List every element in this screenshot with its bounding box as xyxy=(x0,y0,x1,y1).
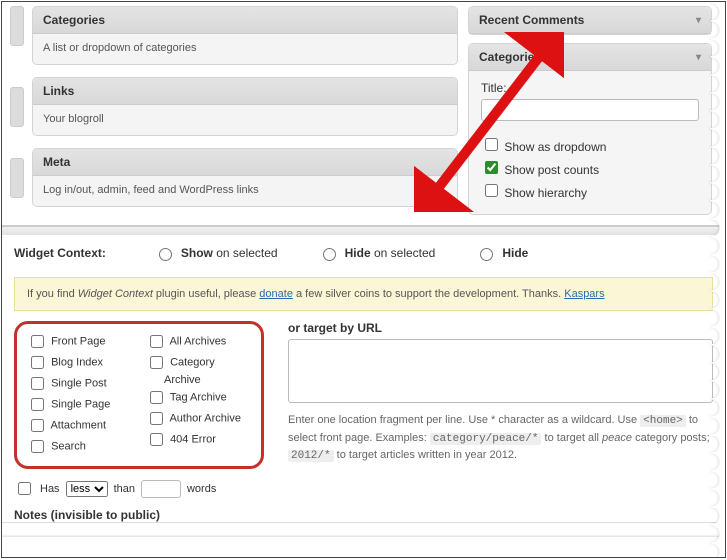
hierarchy-checkbox-row[interactable]: Show hierarchy xyxy=(481,181,699,200)
available-widget-links[interactable]: Links Your blogroll xyxy=(32,77,458,136)
radio-input[interactable] xyxy=(323,248,336,261)
checkbox[interactable] xyxy=(150,433,163,446)
donation-notice: If you find Widget Context plugin useful… xyxy=(14,277,713,311)
loc-search[interactable]: Search xyxy=(27,437,132,456)
loc-blog-index[interactable]: Blog Index xyxy=(27,353,132,372)
checkbox[interactable] xyxy=(31,398,44,411)
checkbox[interactable] xyxy=(150,356,163,369)
url-help-text: Enter one location fragment per line. Us… xyxy=(288,412,713,465)
available-widget-categories[interactable]: Categories A list or dropdown of categor… xyxy=(32,6,458,65)
title-label: Title: xyxy=(481,81,699,95)
checkbox[interactable] xyxy=(150,335,163,348)
donate-link[interactable]: donate xyxy=(259,288,293,300)
drag-handle[interactable] xyxy=(10,87,24,127)
checkbox[interactable] xyxy=(31,335,44,348)
panel-title: Categories xyxy=(479,50,541,64)
checkbox[interactable] xyxy=(150,412,163,425)
radio-hide-on-selected[interactable]: Hide on selected xyxy=(318,245,436,261)
checkbox[interactable] xyxy=(31,377,44,390)
word-count-input[interactable] xyxy=(141,480,181,498)
panel-categories: Categories ▾ Title: Show as dropdown Sho… xyxy=(468,43,712,215)
hierarchy-checkbox[interactable] xyxy=(485,184,498,197)
notes-label: Notes (invisible to public) xyxy=(14,508,264,522)
drag-handle[interactable] xyxy=(10,158,24,198)
loc-all-archives[interactable]: All Archives xyxy=(146,332,251,351)
loc-author-archive[interactable]: Author Archive xyxy=(146,409,251,428)
checkbox[interactable] xyxy=(31,440,44,453)
dropdown-checkbox[interactable] xyxy=(485,138,498,151)
widget-context-radio-group: Widget Context: Show on selected Hide on… xyxy=(14,245,713,261)
counts-checkbox[interactable] xyxy=(485,161,498,174)
loc-single-post[interactable]: Single Post xyxy=(27,374,132,393)
chevron-down-icon[interactable]: ▾ xyxy=(696,15,701,26)
panel-title: Recent Comments xyxy=(479,13,584,27)
loc-tag-archive[interactable]: Tag Archive xyxy=(146,388,251,407)
loc-attachment[interactable]: Attachment xyxy=(27,416,132,435)
torn-edge-decoration xyxy=(2,537,725,557)
widget-desc: Your blogroll xyxy=(33,105,457,135)
radio-hide[interactable]: Hide xyxy=(475,245,528,261)
torn-edge-decoration xyxy=(711,2,725,557)
url-target-textarea[interactable] xyxy=(288,339,713,403)
has-select[interactable]: less xyxy=(66,481,108,497)
chevron-down-icon[interactable]: ▾ xyxy=(696,52,701,63)
loc-front-page[interactable]: Front Page xyxy=(27,332,132,351)
widget-desc: A list or dropdown of categories xyxy=(33,34,457,64)
group-label: Widget Context: xyxy=(14,246,106,260)
loc-404[interactable]: 404 Error xyxy=(146,430,251,449)
counts-checkbox-row[interactable]: Show post counts xyxy=(481,158,699,177)
loc-category-archive[interactable]: Category xyxy=(146,353,251,372)
has-checkbox[interactable] xyxy=(18,482,31,495)
widget-title: Links xyxy=(33,78,457,105)
available-widget-meta[interactable]: Meta Log in/out, admin, feed and WordPre… xyxy=(32,148,458,207)
location-checkboxes-highlight: Front Page Blog Index Single Post Single… xyxy=(14,321,264,469)
checkbox[interactable] xyxy=(150,391,163,404)
loc-category-archive-l2: Archive xyxy=(146,374,251,386)
radio-show-on-selected[interactable]: Show on selected xyxy=(154,245,278,261)
widget-title: Meta xyxy=(33,149,457,176)
has-words-row[interactable]: Has less than words xyxy=(14,479,216,498)
panel-recent-comments[interactable]: Recent Comments ▾ xyxy=(468,6,712,35)
radio-input[interactable] xyxy=(159,248,172,261)
author-link[interactable]: Kaspars xyxy=(564,288,604,300)
drag-handle[interactable] xyxy=(10,6,24,46)
radio-input[interactable] xyxy=(480,248,493,261)
loc-single-page[interactable]: Single Page xyxy=(27,395,132,414)
checkbox[interactable] xyxy=(31,419,44,432)
dropdown-checkbox-row[interactable]: Show as dropdown xyxy=(481,135,699,154)
checkbox[interactable] xyxy=(31,356,44,369)
widget-desc: Log in/out, admin, feed and WordPress li… xyxy=(33,176,457,206)
title-input[interactable] xyxy=(481,99,699,121)
widget-title: Categories xyxy=(33,7,457,34)
url-target-title: or target by URL xyxy=(288,321,713,335)
